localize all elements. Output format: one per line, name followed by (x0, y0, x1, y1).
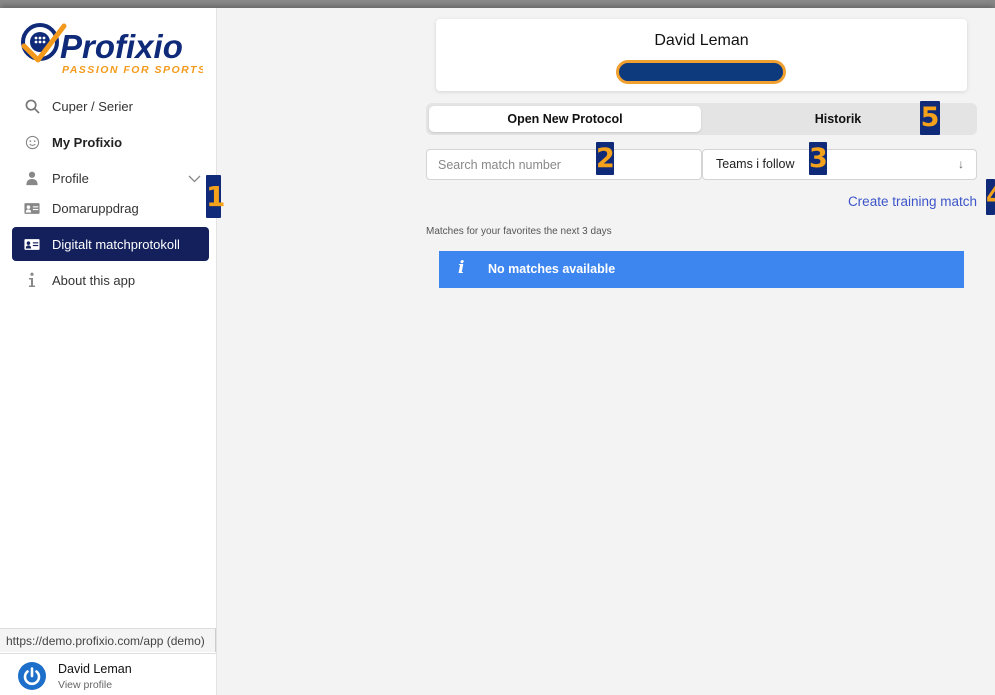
sidebar-item-my-profixio[interactable]: My Profixio (12, 125, 209, 159)
alert-text: No matches available (488, 262, 616, 276)
sidebar-item-label: Cuper / Serier (52, 98, 133, 114)
main-content: David Leman Open New Protocol Historik T… (216, 8, 995, 695)
callout-badge-5: 5 (920, 101, 940, 135)
sidebar-item-label: Profile (52, 170, 89, 186)
id-card-icon (24, 236, 40, 252)
logo-tagline: PASSION FOR SPORTS (62, 64, 203, 76)
create-training-match-link[interactable]: Create training match (848, 194, 977, 209)
section-label: Matches for your favorites the next 3 da… (426, 226, 612, 237)
status-url: https://demo.profixio.com/app (demo) (0, 628, 216, 652)
power-icon (18, 662, 46, 690)
no-matches-alert: i No matches available (439, 251, 964, 288)
sidebar-item-domaruppdrag[interactable]: Domaruppdrag (12, 191, 209, 225)
sidebar-item-cuper-serier[interactable]: Cuper / Serier (12, 89, 209, 123)
arrow-down-icon: ↓ (958, 157, 964, 171)
callout-badge-4: 4 (986, 179, 995, 215)
header-card: David Leman (436, 19, 967, 91)
profixio-logo[interactable]: Profixio PASSION FOR SPORTS (18, 20, 203, 76)
user-name: David Leman (58, 662, 132, 676)
chevron-down-icon[interactable] (188, 171, 201, 186)
sidebar-item-label: My Profixio (52, 134, 123, 150)
page-title: David Leman (654, 32, 749, 49)
app-window: Profixio PASSION FOR SPORTS Cuper / Seri… (0, 8, 995, 695)
callout-badge-2: 2 (596, 142, 615, 175)
teams-select-value: Teams i follow (716, 157, 795, 171)
sidebar-item-label: Domaruppdrag (52, 200, 139, 216)
tab-open-new-protocol[interactable]: Open New Protocol (429, 106, 701, 132)
sidebar-item-about[interactable]: About this app (12, 263, 209, 297)
user-profile-link[interactable]: David Leman View profile (0, 653, 216, 695)
info-icon: i (458, 258, 465, 278)
search-match-input[interactable] (426, 149, 702, 180)
sidebar-item-label: Digitalt matchprotokoll (52, 236, 180, 252)
search-icon (24, 98, 40, 114)
tab-bar: Open New Protocol Historik (426, 103, 977, 135)
sidebar-item-label: About this app (52, 272, 136, 288)
smiley-icon (24, 134, 40, 150)
sidebar: Profixio PASSION FOR SPORTS Cuper / Seri… (0, 8, 225, 695)
person-icon (24, 170, 40, 186)
sidebar-item-profile[interactable]: Profile (12, 161, 209, 195)
info-icon (24, 272, 40, 288)
view-profile-link[interactable]: View profile (58, 679, 112, 691)
callout-badge-3: 3 (809, 142, 828, 175)
id-card-icon (24, 200, 40, 216)
logo-wordmark: Profixio (60, 28, 183, 65)
redacted-pill (616, 60, 786, 84)
teams-select[interactable]: Teams i follow ↓ (702, 149, 977, 180)
sidebar-item-digitalt-matchprotokoll[interactable]: Digitalt matchprotokoll (12, 227, 209, 261)
